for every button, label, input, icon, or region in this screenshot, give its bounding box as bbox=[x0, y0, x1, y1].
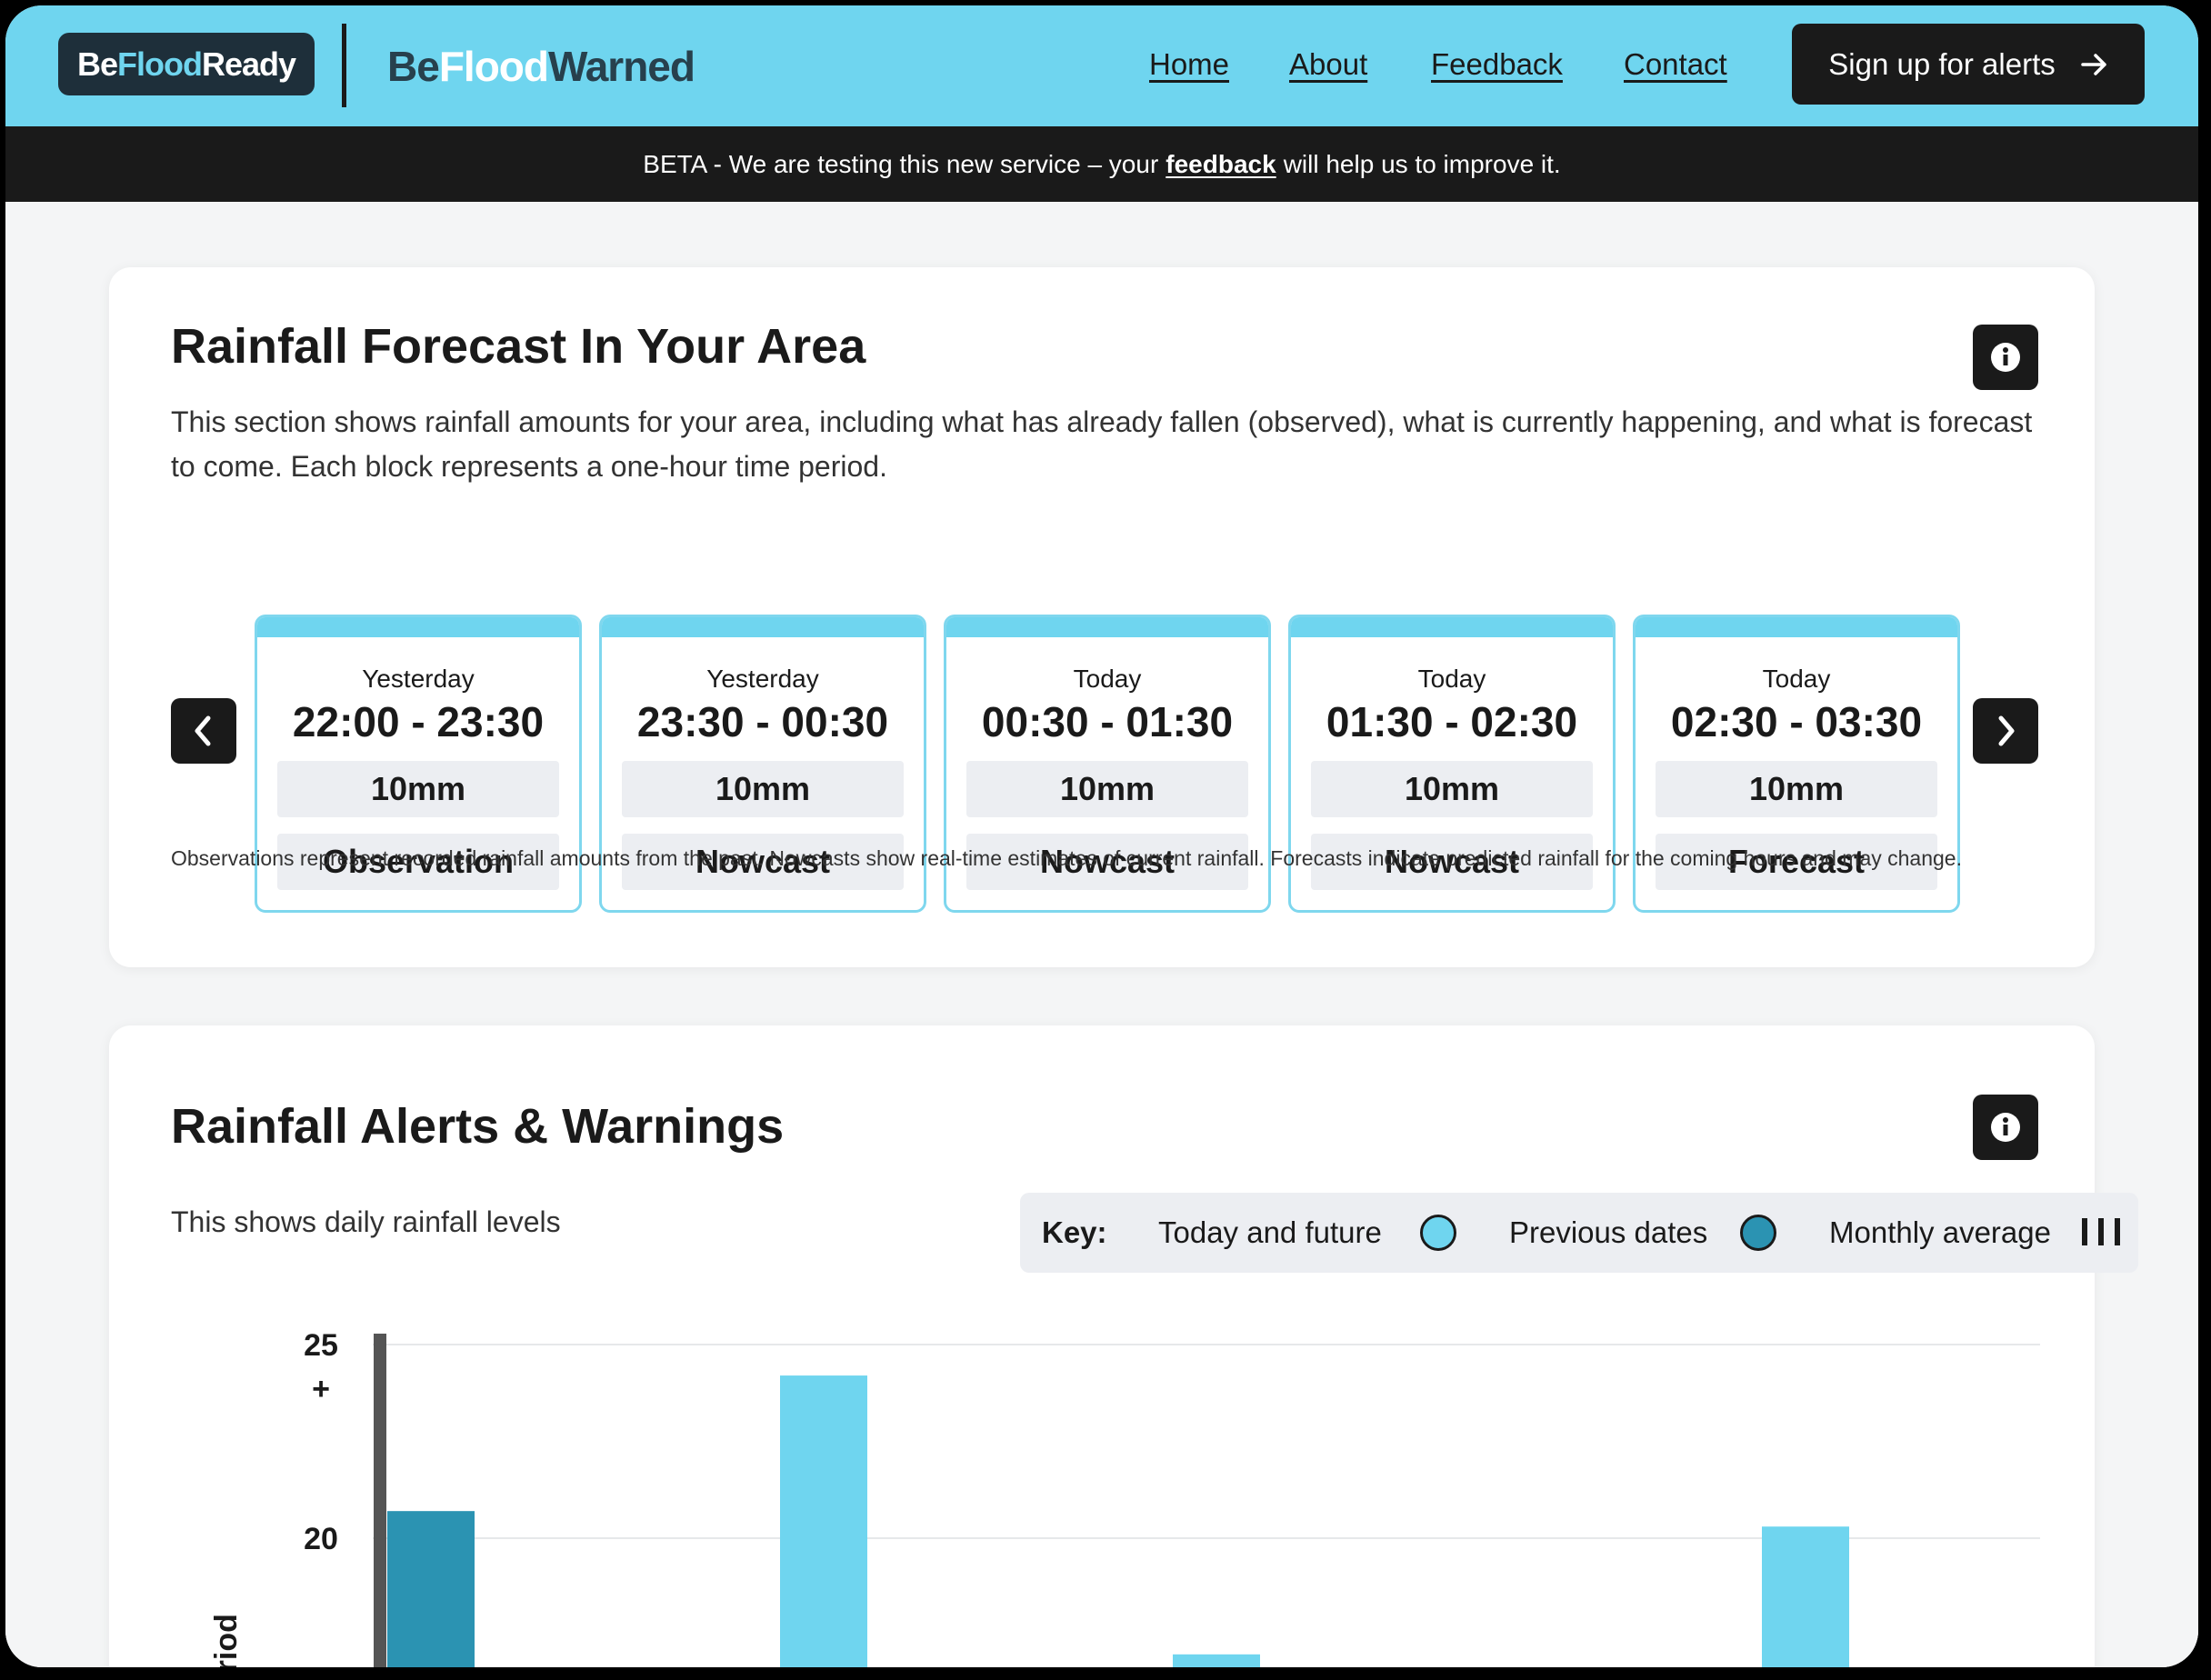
slot-amount: 10mm bbox=[966, 761, 1248, 817]
y-tick-label: 25 + bbox=[304, 1328, 338, 1406]
chart-bars bbox=[387, 1375, 1849, 1667]
slot-day: Today bbox=[1762, 665, 1831, 693]
slot-time: 00:30 - 01:30 bbox=[981, 698, 1234, 745]
chart-grid bbox=[373, 1344, 2040, 1539]
slot-topbar bbox=[946, 617, 1268, 637]
slot-topbar bbox=[1636, 617, 1957, 637]
forecast-info-button[interactable] bbox=[1973, 325, 2038, 390]
main-content: Rainfall Forecast In Your Area This sect… bbox=[5, 202, 2198, 1667]
chevron-left-icon bbox=[195, 715, 211, 746]
forecast-footnote: Observations represent recorded rainfall… bbox=[171, 846, 1962, 870]
nav-feedback[interactable]: Feedback bbox=[1431, 47, 1563, 82]
signup-alerts-button[interactable]: Sign up for alerts bbox=[1792, 24, 2145, 105]
beta-banner: BETA - We are testing this new service –… bbox=[5, 126, 2198, 202]
befloodready-logo[interactable]: Be Flood Ready bbox=[58, 33, 315, 95]
site-header: Be Flood Ready BeFloodWarned Home About Fe… bbox=[5, 5, 2198, 126]
slot-day: Today bbox=[1073, 665, 1142, 693]
logo-warned: Warned bbox=[548, 43, 695, 90]
monthly-average-line bbox=[374, 1334, 386, 1667]
befloodwarned-logo[interactable]: BeFloodWarned bbox=[387, 42, 695, 91]
slot-topbar bbox=[602, 617, 924, 637]
slot-topbar bbox=[257, 617, 579, 637]
slot-day: Yesterday bbox=[706, 665, 819, 693]
app-window: Be Flood Ready BeFloodWarned Home About Fe… bbox=[5, 5, 2198, 1667]
logo-flood: Flood bbox=[438, 43, 549, 90]
slot-amount: 10mm bbox=[622, 761, 904, 817]
rainfall-bar[interactable] bbox=[1762, 1526, 1849, 1667]
beta-suffix: will help us to improve it. bbox=[1283, 149, 1561, 178]
y-axis-label: Period bbox=[209, 1614, 244, 1667]
beta-feedback-link[interactable]: feedback bbox=[1166, 150, 1276, 179]
slot-day: Yesterday bbox=[362, 665, 475, 693]
previous-slot-button[interactable] bbox=[171, 698, 236, 764]
info-icon bbox=[1991, 343, 2020, 372]
chevron-right-icon bbox=[1998, 715, 2015, 746]
nav-home[interactable]: Home bbox=[1149, 47, 1229, 82]
daily-rainfall-chart: 20 25 + Period bbox=[209, 1328, 2040, 1667]
slot-amount: 10mm bbox=[277, 761, 559, 817]
slot-time: 01:30 - 02:30 bbox=[1326, 698, 1578, 745]
slot-amount: 10mm bbox=[1311, 761, 1593, 817]
nav-about[interactable]: About bbox=[1289, 47, 1367, 82]
beta-prefix: BETA - We are testing this new service –… bbox=[643, 149, 1159, 178]
arrow-right-icon bbox=[2080, 53, 2106, 75]
logo-be: Be bbox=[387, 43, 440, 90]
rainfall-bar[interactable] bbox=[780, 1375, 867, 1667]
forecast-title: Rainfall Forecast In Your Area bbox=[171, 319, 866, 374]
rainfall-bar[interactable] bbox=[387, 1511, 475, 1667]
slot-time: 02:30 - 03:30 bbox=[1670, 698, 1923, 745]
y-tick-label: 20 bbox=[304, 1522, 338, 1556]
signup-label: Sign up for alerts bbox=[1828, 46, 2056, 81]
rainfall-bar[interactable] bbox=[1173, 1654, 1260, 1667]
slot-day: Today bbox=[1417, 665, 1486, 693]
logo-be: Be bbox=[76, 45, 118, 83]
slot-time: 22:00 - 23:30 bbox=[292, 698, 545, 745]
logo-divider bbox=[342, 24, 346, 107]
logo-ready: Ready bbox=[201, 45, 296, 83]
rainfall-alerts-card: Rainfall Alerts & Warnings This shows da… bbox=[109, 1025, 2138, 1667]
logo-flood: Flood bbox=[117, 45, 203, 83]
slot-topbar bbox=[1291, 617, 1613, 637]
next-slot-button[interactable] bbox=[1973, 698, 2038, 764]
slot-amount: 10mm bbox=[1656, 761, 1937, 817]
forecast-description: This section shows rainfall amounts for … bbox=[171, 405, 2033, 483]
nav-contact[interactable]: Contact bbox=[1624, 47, 1727, 82]
rainfall-forecast-card: Rainfall Forecast In Your Area This sect… bbox=[109, 267, 2095, 967]
slot-time: 23:30 - 00:30 bbox=[636, 698, 889, 745]
